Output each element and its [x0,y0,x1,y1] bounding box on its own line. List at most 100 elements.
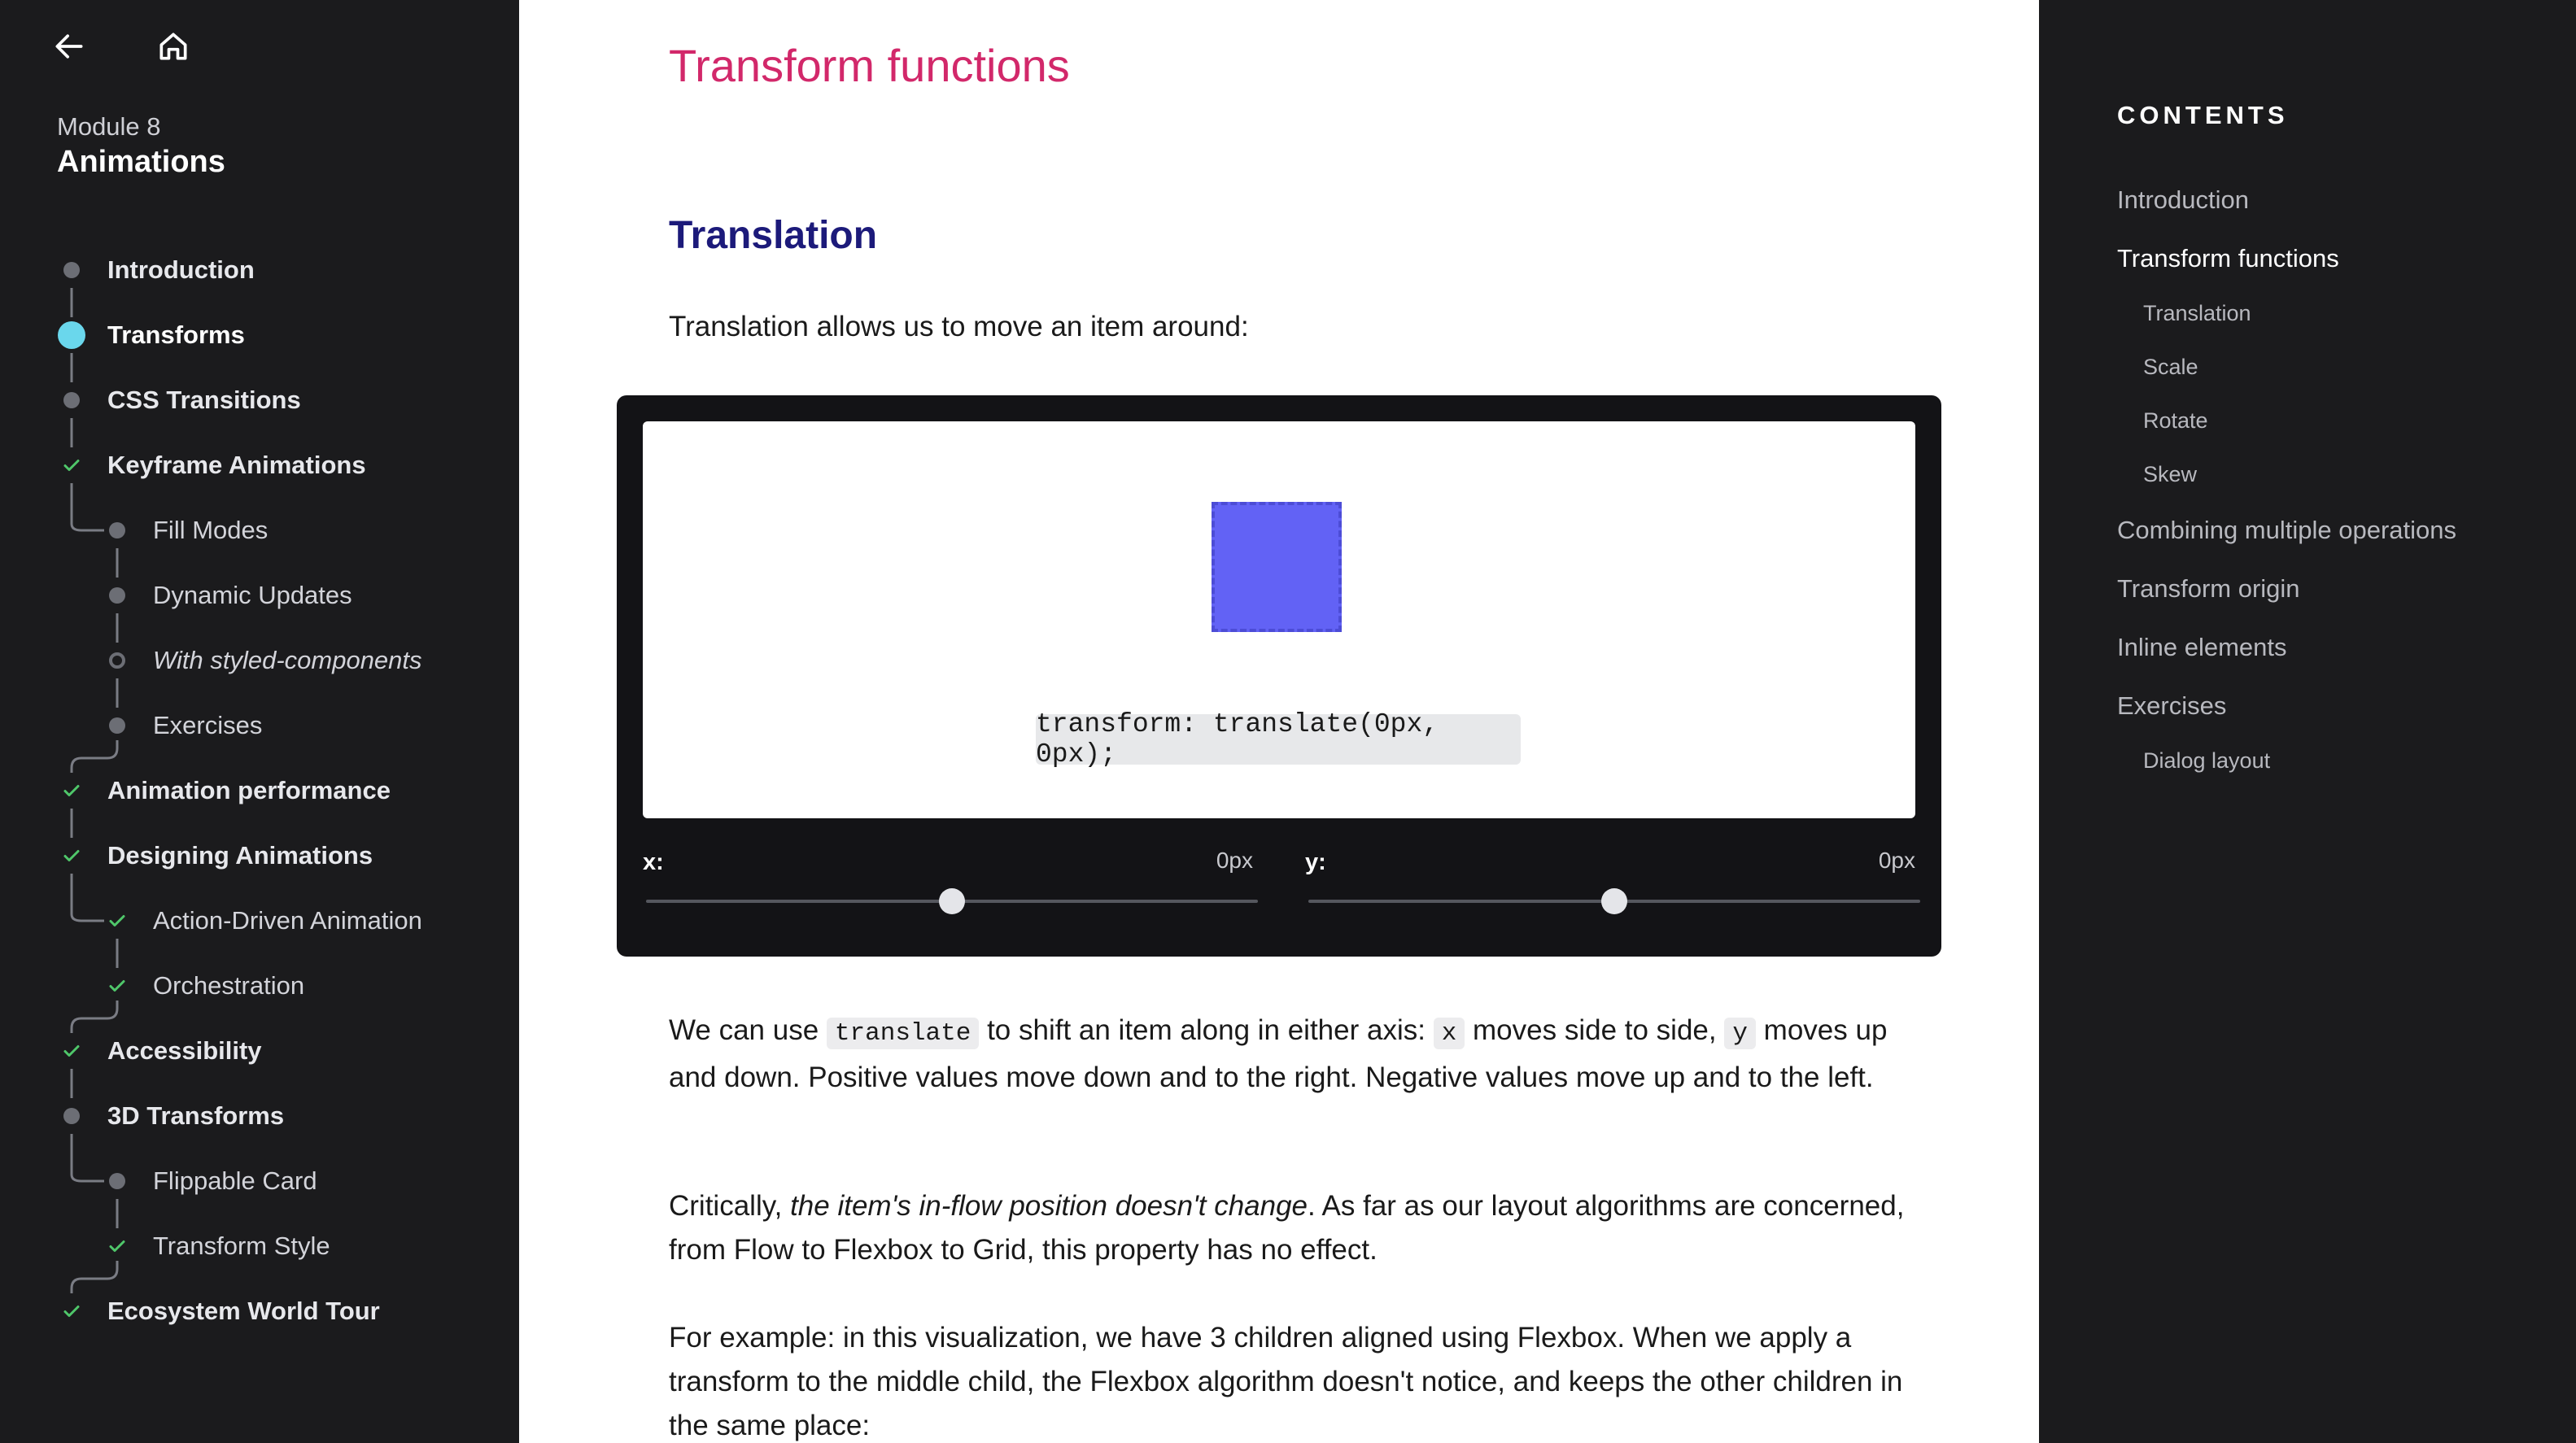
inline-code: y [1724,1018,1756,1049]
check-icon [55,449,88,482]
sidebar-item-label: With styled-components [153,646,422,674]
sidebar-item-transforms[interactable]: Transforms [0,311,488,360]
inline-code: x [1433,1018,1465,1049]
sidebar-item-label: Orchestration [153,971,305,1000]
y-slider-value: 0px [1878,848,1915,873]
sidebar-item-exercises[interactable]: Exercises [0,701,488,750]
back-button[interactable] [47,24,91,68]
translate-demo: transform: translate(0px, 0px); x: 0px y… [617,395,1941,957]
toc-item-translation[interactable]: Translation [2143,301,2251,326]
sidebar-item-orchestration[interactable]: Orchestration [0,961,488,1010]
x-slider-value: 0px [1216,848,1253,873]
sidebar-item-ecosystem-world-tour[interactable]: Ecosystem World Tour [0,1287,488,1336]
progress-marker [55,254,88,286]
x-slider[interactable] [646,887,1258,916]
sidebar-item-label: Action-Driven Animation [153,906,422,935]
check-icon [55,774,88,807]
y-slider-label: y: [1305,849,1326,875]
sidebar-item-label: Designing Animations [107,841,373,870]
intro-text: Translation allows us to move an item ar… [669,311,1249,342]
sidebar-item-fill-modes[interactable]: Fill Modes [0,506,488,555]
lesson-sidebar: Module 8 Animations Introduction Transfor… [0,0,519,1443]
sidebar-item-label: Transforms [107,320,245,349]
sidebar-item-css-transitions[interactable]: CSS Transitions [0,376,488,425]
sidebar-item-label: Exercises [153,711,263,739]
toc-item-rotate[interactable]: Rotate [2143,408,2208,434]
sidebar-item-animation-performance[interactable]: Animation performance [0,766,488,815]
toc-item-scale[interactable]: Scale [2143,355,2198,380]
ring-dot-icon [109,652,125,669]
toc-item-transform-origin[interactable]: Transform origin [2117,574,2300,604]
toc-item-inline-elements[interactable]: Inline elements [2117,633,2287,662]
emphasis-text: the item's in-flow position doesn't chan… [790,1190,1308,1222]
check-icon [101,905,133,937]
dot-icon [109,587,125,604]
sidebar-item-label: Animation performance [107,776,391,804]
progress-marker [101,709,133,742]
text-run: Critically, [669,1190,791,1222]
inline-code: translate [826,1018,980,1049]
transform-code: transform: translate(0px, 0px); [1036,709,1521,769]
progress-marker [55,384,88,416]
dot-icon [109,717,125,734]
sidebar-item-label: Fill Modes [153,516,269,544]
progress-marker [55,319,88,351]
sidebar-item-flippable-card[interactable]: Flippable Card [0,1157,488,1205]
page-title: Transform functions [669,40,1070,91]
sidebar-item-label: Ecosystem World Tour [107,1297,380,1325]
text-run: We can use [669,1014,827,1046]
check-icon [55,1295,88,1327]
lesson-content: Transform functions Translation Translat… [519,0,2039,1443]
sidebar-item-label: Accessibility [107,1036,262,1065]
section-title: Translation [669,214,878,257]
toc-item-skew[interactable]: Skew [2143,462,2197,487]
sidebar-item-label: Transform Style [153,1232,330,1260]
sidebar-item-label: Introduction [107,255,255,284]
toc-item-dialog-layout[interactable]: Dialog layout [2143,748,2270,774]
paragraph-translate: We can use translate to shift an item al… [669,1009,1906,1100]
toc-item-introduction[interactable]: Introduction [2117,185,2249,215]
table-of-contents: CONTENTS Introduction Transform functions… [2039,0,2576,1443]
check-icon [101,970,133,1002]
sidebar-item-accessibility[interactable]: Accessibility [0,1027,488,1075]
sidebar-item-transform-style[interactable]: Transform Style [0,1222,488,1271]
dot-icon [63,1108,80,1124]
check-icon [101,1230,133,1262]
progress-marker [101,579,133,612]
dot-icon [63,262,80,278]
paragraph-example: For example: in this visualization, we h… [669,1322,1903,1441]
toc-item-exercises[interactable]: Exercises [2117,691,2226,721]
dot-icon [63,392,80,408]
text-run: to shift an item along in either axis: [979,1014,1434,1046]
progress-marker [101,1165,133,1197]
demo-box [1212,502,1342,632]
home-button[interactable] [151,24,195,68]
y-slider[interactable] [1308,887,1920,916]
x-slider-thumb[interactable] [939,888,965,914]
sidebar-item-with-styled-components[interactable]: With styled-components [0,636,488,685]
sidebar-item-dynamic-updates[interactable]: Dynamic Updates [0,571,488,620]
sidebar-item-3d-transforms[interactable]: 3D Transforms [0,1092,488,1140]
sidebar-item-label: 3D Transforms [107,1101,285,1130]
sidebar-item-designing-animations[interactable]: Designing Animations [0,831,488,880]
module-name: Animations [57,145,225,179]
progress-marker [101,644,133,677]
toc-item-transform-functions[interactable]: Transform functions [2117,244,2339,273]
demo-stage: transform: translate(0px, 0px); [643,421,1915,818]
sidebar-item-action-driven-animation[interactable]: Action-Driven Animation [0,896,488,945]
y-slider-thumb[interactable] [1601,888,1627,914]
text-run: moves side to side, [1465,1014,1725,1046]
progress-marker [101,514,133,547]
arrow-left-icon [55,34,83,59]
active-dot-icon [58,321,85,349]
sidebar-item-keyframe-animations[interactable]: Keyframe Animations [0,441,488,490]
x-slider-label: x: [643,849,664,875]
sidebar-item-label: Keyframe Animations [107,451,366,479]
paragraph-in-flow: Critically, the item's in-flow position … [669,1184,1906,1272]
sidebar-item-introduction[interactable]: Introduction [0,246,488,294]
sidebar-item-label: Dynamic Updates [153,581,352,609]
toc-item-combining-multiple-operations[interactable]: Combining multiple operations [2117,516,2456,545]
sidebar-item-label: CSS Transitions [107,386,301,414]
toc-heading: CONTENTS [2117,101,2289,129]
dot-icon [109,1173,125,1189]
